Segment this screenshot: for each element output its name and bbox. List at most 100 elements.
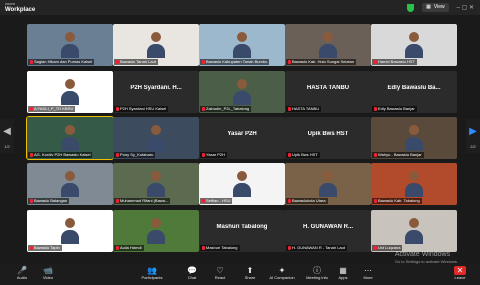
participant-name: Bawaslu Kab. Tabalong [378, 198, 420, 203]
participants-icon: 👥 [147, 266, 157, 275]
window-controls[interactable]: – ▢ ✕ [457, 4, 474, 11]
participant-tile[interactable]: Bawaslu Kab. Hulu Sungai Selatan [285, 24, 371, 66]
leave-label: Leave [454, 275, 466, 280]
leave-button[interactable]: ✕ Leave [440, 266, 480, 284]
participant-tile[interactable]: A FADLI_P_TD KBRU [27, 71, 113, 113]
mic-muted-icon [202, 107, 205, 111]
video-icon: 📹 [43, 266, 53, 275]
more-icon: ⋯ [364, 266, 372, 275]
participant-name: HASTA TANBU [292, 106, 320, 111]
participant-name: Edly Bawaslu Banjar [378, 106, 415, 111]
participant-tile[interactable]: Bawaslu Tapin [27, 210, 113, 252]
participant-tile[interactable]: Edly Bawaslu Ba... Edly Bawaslu Banjar [371, 71, 457, 113]
mic-muted-icon [374, 153, 377, 157]
participant-name-label: Bawaslu Tapin [28, 245, 62, 251]
participant-name-label: Bawaslu Kab. Hulu Sungai Selatan [286, 59, 357, 65]
meeting-info-icon: ⓘ [313, 266, 321, 275]
activate-windows-watermark: Activate Windows Go to Settings to activ… [395, 251, 458, 265]
encryption-shield-icon[interactable] [407, 3, 415, 12]
participant-name: P2H Syardani HSU Kalsel [120, 106, 167, 111]
participant-tile[interactable]: Muhammad Rifani (Bawa... [113, 163, 199, 205]
mic-muted-icon [288, 153, 291, 157]
audio-icon: 🎤 [17, 266, 27, 275]
participant-name: Bawaslu Balangan [34, 198, 68, 203]
mic-muted-icon [30, 107, 33, 111]
participant-name-label: Bawaslu Kab. Tabalong [372, 198, 422, 204]
next-page-button[interactable]: ▶ 2/2 [466, 119, 480, 153]
chevron-right-icon: ▶ [469, 126, 477, 137]
mic-muted-icon [202, 246, 205, 250]
person-silhouette-icon [61, 171, 79, 197]
participant-name-label: A FADLI_P_TD KBRU [28, 106, 76, 112]
participant-tile[interactable]: AG. Kordiv P2H Bawaslu Kalsel [26, 116, 114, 160]
participants-label: Participants [141, 275, 163, 280]
participant-tile[interactable]: Bawaslu Kabupaten Tanah Bumbu [199, 24, 285, 66]
participant-display-name: H. GUNAWAN R... [302, 224, 353, 230]
participant-tile[interactable]: Yasar P2H Yasar P2H [199, 117, 285, 159]
participant-name: Bawaslu Tapin [34, 245, 60, 250]
participant-tile[interactable]: H. GUNAWAN R... H. GUNAWAN R - Tanah Laut [285, 210, 371, 252]
participant-tile[interactable]: HASTA TANBU HASTA TANBU [285, 71, 371, 113]
mic-muted-icon [202, 153, 205, 157]
person-silhouette-icon [319, 32, 337, 58]
participant-name-label: Upik Bws HST [286, 152, 320, 158]
participant-name: AG. Kordiv P2H Bawaslu Kalsel [34, 152, 91, 157]
mic-muted-icon [374, 60, 377, 64]
participant-name-label: H. GUNAWAN R - Tanah Laut [286, 245, 347, 251]
person-silhouette-icon [61, 32, 79, 58]
participant-tile[interactable]: Ust Luqzana [371, 210, 457, 252]
participant-tile[interactable]: Bawaslu Tanah Laut [113, 24, 199, 66]
participant-tile[interactable]: Pony Sy_Kotabaru [113, 117, 199, 159]
person-silhouette-icon [61, 218, 79, 244]
participant-name-label: Bawaslu Kabupaten Tanah Bumbu [200, 59, 270, 65]
participant-name: Seftian - HSU [206, 198, 231, 203]
participant-tile[interactable]: Sagian Hikam dan Pumas Kalsel [27, 24, 113, 66]
participant-tile[interactable]: Upik Bws HST Upik Bws HST [285, 117, 371, 159]
participant-tile[interactable]: Hamid Bawaslu HST [371, 24, 457, 66]
apps-icon: ▦ [339, 266, 347, 275]
previous-page-button[interactable]: ◀ 1/2 [0, 119, 14, 153]
more-button[interactable]: ⋯ More [348, 266, 388, 284]
participant-tile[interactable]: Bawaslukota Utara [285, 163, 371, 205]
participant-name-label: Edly Bawaslu Banjar [372, 106, 417, 112]
mic-muted-icon [116, 60, 119, 64]
participant-name-label: Mashuri Tabalong [200, 245, 240, 251]
grid-icon: ▦ [426, 4, 431, 10]
participant-tile[interactable]: P2H Syardani. H... P2H Syardani HSU Kalse… [113, 71, 199, 113]
participants-button[interactable]: 👥 Participants [132, 266, 172, 284]
participant-name: Hamid Bawaslu HST [378, 59, 415, 64]
title-bar: zoom Workplace ▦ View – ▢ ✕ [0, 0, 480, 15]
participant-display-name: Yasar P2H [227, 131, 257, 137]
participant-tile[interactable]: Mashuri Tabalong Mashuri Tabalong [199, 210, 285, 252]
participant-name: Pony Sy_Kotabaru [120, 152, 154, 157]
participant-tile[interactable]: Bawaslu Balangan [27, 163, 113, 205]
person-silhouette-icon [61, 125, 79, 151]
person-silhouette-icon [405, 218, 423, 244]
participant-name: Zainudin_P2L_Tabalong [206, 106, 250, 111]
participant-name: Muhammad Rifani (Bawa... [120, 198, 169, 203]
ai-companion-button[interactable]: ✦ AI Companion [262, 266, 302, 284]
video-button[interactable]: 📹 Video [28, 266, 68, 284]
video-gallery: Sagian Hikam dan Pumas Kalsel Bawaslu Tan… [0, 15, 480, 264]
participant-name-label: Bawaslukota Utara [286, 198, 328, 204]
participant-tile[interactable]: Zainudin_P2L_Tabalong [199, 71, 285, 113]
mic-muted-icon [30, 199, 33, 203]
participant-name-label: Aulia Hamdi [114, 245, 144, 251]
participant-name: Bawaslu Kab. Hulu Sungai Selatan [292, 59, 355, 64]
person-silhouette-icon [147, 171, 165, 197]
meeting-toolbar: 🎤 Audio 📹 Video 👥 Participants 💬 Chat ♡ React ⬆ Sha… [0, 264, 480, 285]
mic-muted-icon [116, 246, 119, 250]
participant-display-name: Edly Bawaslu Ba... [387, 85, 441, 91]
mic-muted-icon [288, 199, 291, 203]
mic-muted-icon [116, 153, 119, 157]
participant-tile[interactable]: Wahyu - Bawaslu Banjar [371, 117, 457, 159]
view-button[interactable]: ▦ View [422, 3, 449, 12]
ai-companion-icon: ✦ [278, 266, 286, 275]
view-label: View [433, 4, 445, 10]
participant-tile[interactable]: Seftian - HSU [199, 163, 285, 205]
page-indicator-left: 1/2 [4, 144, 10, 149]
participant-tile[interactable]: Aulia Hamdi [113, 210, 199, 252]
participant-name-label: Seftian - HSU [200, 198, 233, 204]
participant-name-label: AG. Kordiv P2H Bawaslu Kalsel [28, 152, 93, 158]
participant-tile[interactable]: Bawaslu Kab. Tabalong [371, 163, 457, 205]
